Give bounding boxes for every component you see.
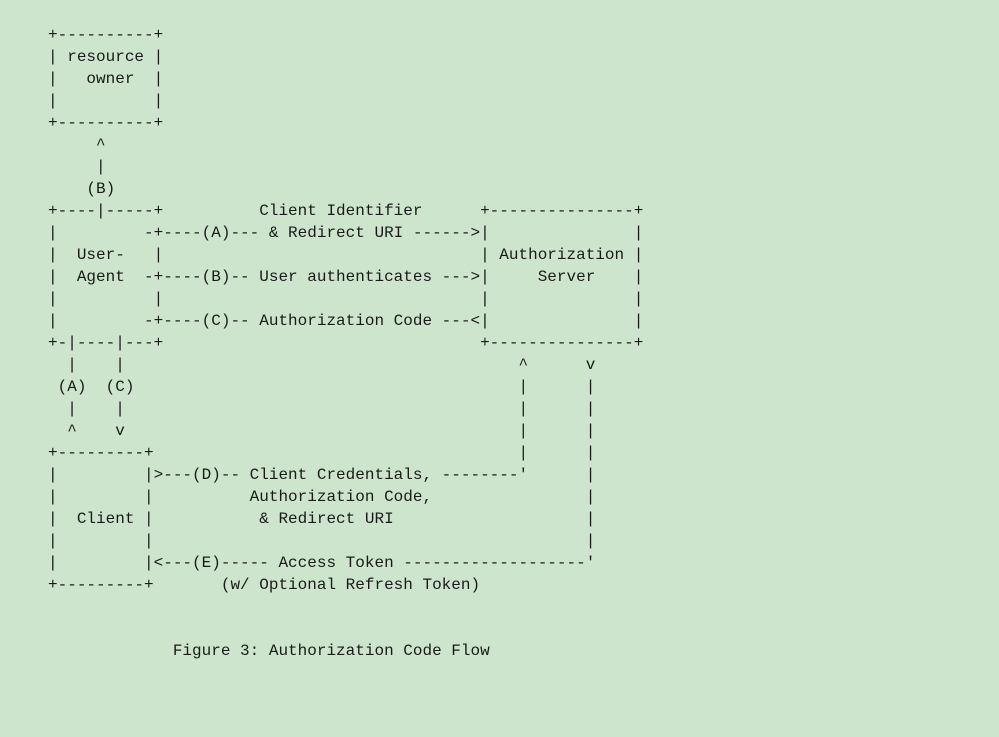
diagram-line: | | |	[0, 532, 595, 550]
diagram-line: +----------+	[0, 114, 163, 132]
diagram-line: +---------+ | |	[0, 444, 595, 462]
diagram-line: | | | |	[0, 290, 643, 308]
diagram-line: | | Authorization Code, |	[0, 488, 595, 506]
diagram-line: |	[0, 158, 106, 176]
diagram-line: +---------+ (w/ Optional Refresh Token)	[0, 576, 480, 594]
diagram-line: (A) (C) | |	[0, 378, 595, 396]
diagram-line: | owner |	[0, 70, 163, 88]
diagram-line: ^	[0, 136, 106, 154]
diagram-line: | -+----(C)-- Authorization Code ---<| |	[0, 312, 643, 330]
diagram-line: | |	[0, 92, 163, 110]
diagram-line: +----------+	[0, 26, 163, 44]
figure-caption: Figure 3: Authorization Code Flow	[0, 642, 490, 660]
diagram-line: | | | |	[0, 400, 595, 418]
diagram-line: +----|-----+ Client Identifier +--------…	[0, 202, 643, 220]
diagram-line: | User- | | Authorization |	[0, 246, 643, 264]
diagram-line: | Agent -+----(B)-- User authenticates -…	[0, 268, 643, 286]
diagram-line: +-|----|---+ +---------------+	[0, 334, 643, 352]
diagram-line: | -+----(A)--- & Redirect URI ------>| |	[0, 224, 643, 242]
diagram-line: (B)	[0, 180, 115, 198]
diagram-line: | Client | & Redirect URI |	[0, 510, 595, 528]
diagram-line: ^ v | |	[0, 422, 595, 440]
ascii-diagram: +----------+ | resource | | owner | | | …	[0, 0, 999, 662]
diagram-line: | |>---(D)-- Client Credentials, -------…	[0, 466, 595, 484]
diagram-line: | | ^ v	[0, 356, 595, 374]
diagram-line: | resource |	[0, 48, 163, 66]
diagram-line: | |<---(E)----- Access Token -----------…	[0, 554, 595, 572]
